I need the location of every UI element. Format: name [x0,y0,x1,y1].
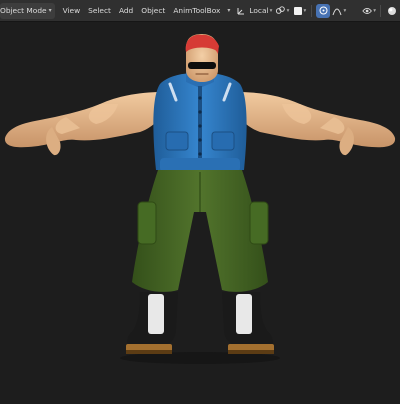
proportional-editing-icon[interactable] [316,3,331,18]
head [185,34,219,82]
sunglasses [188,62,216,69]
transform-orientation-dropdown[interactable]: Local ▾ [234,3,274,19]
menu-animtoolbox[interactable]: AnimToolBox [169,3,224,19]
right-boot [222,292,274,354]
snap-target-icon[interactable]: ▾ [293,4,307,18]
left-boot [126,292,178,354]
chevron-down-icon: ▾ [269,7,273,14]
chevron-down-icon: ▾ [48,7,52,14]
separator [380,4,381,17]
falloff-curve-icon[interactable]: ▾ [332,4,346,18]
viewport-shading-icon[interactable] [385,4,399,18]
local-axes-icon [237,7,245,14]
left-arm [4,92,165,156]
transform-orientation-icon[interactable]: ▾ [224,4,233,18]
pants [132,170,269,292]
menu-view[interactable]: View [59,3,85,19]
menu-add[interactable]: Add [115,3,137,19]
character-model[interactable] [0,22,400,400]
right-arm [235,92,396,156]
viewport-header: Object Mode ▾ View Select Add Object Ani… [0,0,400,22]
visibility-icon[interactable]: ▾ [362,4,376,18]
mode-selector[interactable]: Object Mode ▾ [0,2,55,19]
orientation-label: Local [249,6,269,15]
vest [153,70,247,172]
mode-label: Object Mode [0,6,47,15]
3d-viewport[interactable] [0,22,400,400]
menu-object[interactable]: Object [137,3,169,19]
menu-select[interactable]: Select [84,3,115,19]
separator [311,4,313,17]
pivot-icon[interactable]: ▾ [275,4,289,18]
